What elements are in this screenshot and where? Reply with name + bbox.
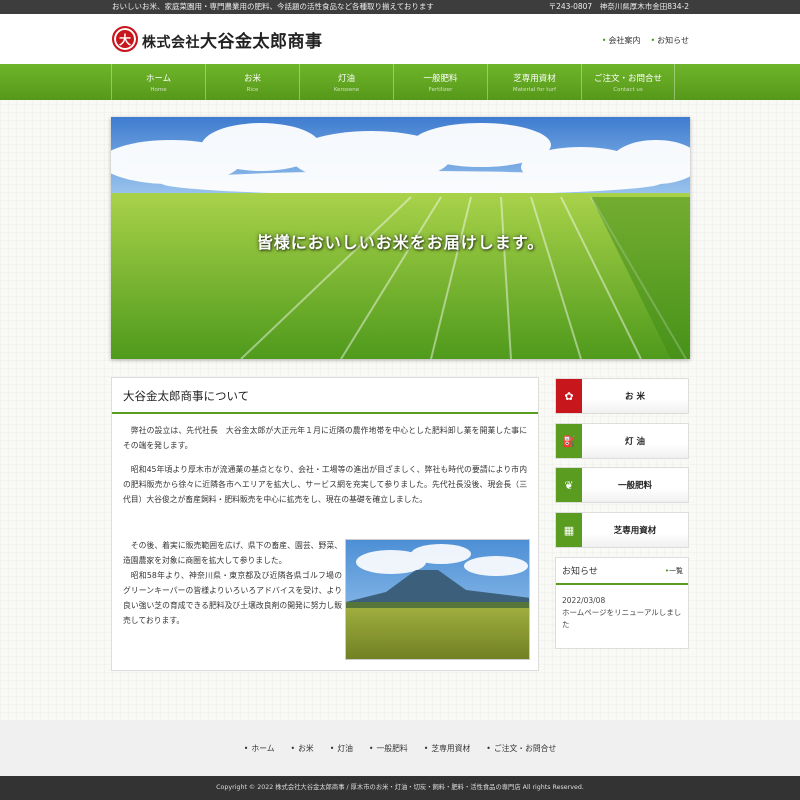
side-button-label: 灯 油 xyxy=(625,437,645,447)
header-link-company[interactable]: • 会社案内 xyxy=(602,35,641,46)
logo-prefix: 株式会社 xyxy=(142,34,200,51)
rice-icon: ✿ xyxy=(556,379,582,413)
side-button-label: 芝専用資材 xyxy=(613,526,657,536)
site-tagline: おいしいお米、家庭菜園用・専門農業用の肥料、今話題の活性食品など各種取り揃えてお… xyxy=(112,2,434,11)
about-paragraph-2: 昭和45年頃より厚木市が流通業の基点となり、会社・工場等の進出が目ざましく、弊社… xyxy=(123,465,527,504)
footer-link-home[interactable]: • ホーム xyxy=(244,743,275,754)
nav-item-kerosene[interactable]: 灯油 Kerosene xyxy=(299,64,393,100)
bullet-icon: • xyxy=(329,743,335,753)
about-lower-text: その後、着実に販売範囲を広げ、県下の畜産、園芸、野菜、造園農家を対象に商圏を拡大… xyxy=(112,538,342,628)
hero-caption: 皆様においしいお米をお届けします。 xyxy=(256,233,545,252)
bullet-icon: • xyxy=(290,743,296,753)
kerosene-can-icon: ⛽ xyxy=(556,424,582,458)
nav-item-turf[interactable]: 芝専用資材 Material for turf xyxy=(487,64,581,100)
bullet-icon: • xyxy=(243,743,249,753)
footer-link-kerosene[interactable]: • 灯油 xyxy=(330,743,353,754)
copyright-bar: Copyright © 2022 株式会社大谷金太郎商事 / 厚木市のお米・灯油… xyxy=(0,776,800,800)
news-title: お知らせ xyxy=(562,567,598,577)
bullet-icon: • xyxy=(368,743,374,753)
footer-link-rice[interactable]: • お米 xyxy=(291,743,314,754)
header-links: • 会社案内 • お知らせ xyxy=(602,35,689,46)
nav-item-home[interactable]: ホーム Home xyxy=(111,64,205,100)
about-paragraph-3: その後、着実に販売範囲を広げ、県下の畜産、園芸、野菜、造園農家を対象に商圏を拡大… xyxy=(123,541,342,565)
footer-link-turf[interactable]: • 芝専用資材 xyxy=(424,743,471,754)
company-address: 〒243-0807 神奈川県厚木市金田834-2 xyxy=(548,2,689,11)
about-paragraph-4: 昭和58年より、神奈川県・東京都及び近隣各県ゴルフ場のグリーンキーパーの皆様より… xyxy=(123,571,342,625)
footer-link-fertilizer[interactable]: • 一般肥料 xyxy=(369,743,408,754)
about-title: 大谷金太郎商事について xyxy=(112,378,538,414)
side-button-label: 一般肥料 xyxy=(617,481,652,491)
footer-link-contact[interactable]: • ご注文・お問合せ xyxy=(486,743,556,754)
news-list-link[interactable]: •一覧 xyxy=(665,566,683,576)
side-button-turf[interactable]: ▦ 芝専用資材 xyxy=(555,512,689,548)
main-nav: ホーム Home お米 Rice 灯油 Kerosene 一般肥料 Fertilizer… xyxy=(0,64,800,100)
logo-text: 株式会社大谷金太郎商事 xyxy=(142,27,323,52)
side-button-rice[interactable]: ✿ お 米 xyxy=(555,378,689,414)
turf-icon: ▦ xyxy=(556,513,582,547)
footer-nav: • ホーム • お米 • 灯油 • 一般肥料 • 芝専用資材 • ご注文・お問合せ xyxy=(0,720,800,776)
about-paragraph-1: 弊社の設立は、先代社長 大谷金太郎が大正元年１月に近隣の農作地帯を中心とした肥料… xyxy=(123,426,527,450)
nav-item-contact[interactable]: ご注文・お問合せ Contact us xyxy=(581,64,675,100)
bullet-icon: • xyxy=(486,743,491,753)
fertilizer-icon: ❦ xyxy=(556,468,582,502)
logo-name: 大谷金太郎商事 xyxy=(200,31,323,52)
hero-banner: 皆様においしいお米をお届けします。 xyxy=(111,117,690,359)
bullet-icon: • xyxy=(650,36,656,45)
top-info-bar: おいしいお米、家庭菜園用・専門農業用の肥料、今話題の活性食品など各種取り揃えてお… xyxy=(0,0,800,14)
logo-emblem-icon: 大 xyxy=(112,26,138,52)
mountain-image xyxy=(346,540,529,659)
news-header: お知らせ •一覧 xyxy=(556,558,688,585)
side-button-kerosene[interactable]: ⛽ 灯 油 xyxy=(555,423,689,459)
site-header: 大 株式会社大谷金太郎商事 • 会社案内 • お知らせ xyxy=(0,14,800,64)
side-button-label: お 米 xyxy=(625,392,645,402)
news-box: お知らせ •一覧 2022/03/08 ホームページをリニューアルしました xyxy=(555,557,689,649)
side-button-fertilizer[interactable]: ❦ 一般肥料 xyxy=(555,467,689,503)
company-logo[interactable]: 大 株式会社大谷金太郎商事 xyxy=(112,24,323,54)
nav-item-rice[interactable]: お米 Rice xyxy=(205,64,299,100)
bullet-icon: • xyxy=(423,743,429,753)
news-item-link[interactable]: ホームページをリニューアルしました xyxy=(556,607,688,631)
nav-item-fertilizer[interactable]: 一般肥料 Fertilizer xyxy=(393,64,487,100)
about-section: 大谷金太郎商事について 弊社の設立は、先代社長 大谷金太郎が大正元年１月に近隣の… xyxy=(111,377,539,671)
header-link-news[interactable]: • お知らせ xyxy=(650,35,689,46)
news-date: 2022/03/08 xyxy=(562,596,606,605)
mountain-field-photo xyxy=(345,539,530,660)
bullet-icon: • xyxy=(601,36,607,45)
